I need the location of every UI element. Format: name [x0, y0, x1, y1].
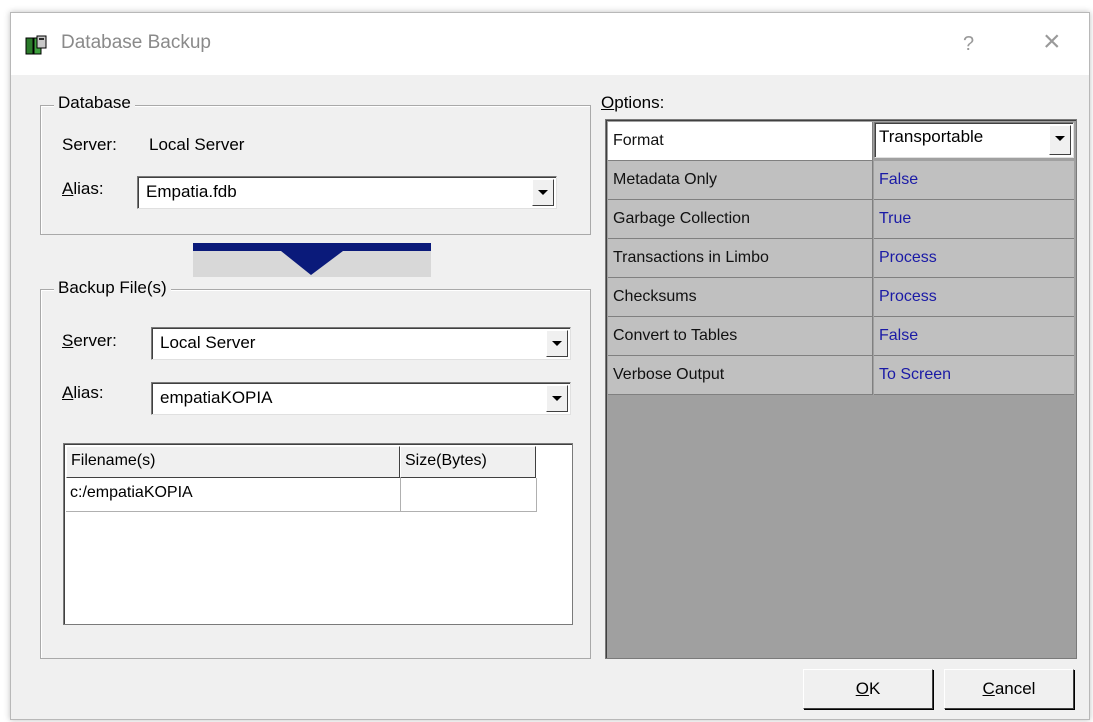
database-alias-label: Alias: [62, 179, 104, 198]
database-group [40, 105, 591, 235]
option-row-checksums[interactable]: Checksums Process [606, 278, 1076, 317]
chevron-down-icon[interactable] [546, 385, 568, 412]
table-cell-filename[interactable]: c:/empatiaKOPIA [66, 478, 401, 512]
backup-files-legend: Backup File(s) [54, 278, 171, 298]
option-value-cell[interactable]: True [874, 200, 1074, 239]
chevron-down-icon[interactable] [532, 179, 554, 206]
option-name-cell[interactable]: Convert to Tables [608, 317, 873, 356]
chevron-down-icon[interactable] [1049, 125, 1071, 155]
cancel-button[interactable]: Cancel [944, 669, 1074, 709]
ok-button[interactable]: OK [803, 669, 933, 709]
backup-files-table[interactable]: Filename(s) Size(Bytes) c:/empatiaKOPIA [63, 443, 573, 625]
database-legend: Database [54, 93, 135, 113]
option-name-cell[interactable]: Metadata Only [608, 161, 873, 200]
title-bar: Database Backup ? × [11, 13, 1089, 75]
format-value: Transportable [879, 127, 984, 146]
options-label: Options: [601, 93, 665, 112]
backup-app-icon [25, 35, 47, 55]
help-button[interactable]: ? [963, 33, 974, 56]
database-alias-combo[interactable]: Empatia.fdb [137, 176, 557, 209]
option-row-transactions-in-limbo[interactable]: Transactions in Limbo Process [606, 239, 1076, 278]
option-row-format[interactable]: Format Transportable [606, 122, 1076, 161]
column-header-size[interactable]: Size(Bytes) [400, 446, 536, 478]
window-title: Database Backup [61, 32, 211, 53]
option-row-garbage-collection[interactable]: Garbage Collection True [606, 200, 1076, 239]
chevron-down-icon[interactable] [546, 330, 568, 357]
option-row-convert-to-tables[interactable]: Convert to Tables False [606, 317, 1076, 356]
format-combo[interactable]: Transportable [874, 122, 1074, 158]
table-cell-size[interactable] [401, 478, 537, 512]
backup-server-label: Server: [62, 331, 117, 350]
backup-alias-combo[interactable]: empatiaKOPIA [151, 382, 571, 415]
database-server-label: Server: [62, 135, 117, 154]
option-name-cell[interactable]: Transactions in Limbo [608, 239, 873, 278]
option-row-verbose-output[interactable]: Verbose Output To Screen [606, 356, 1076, 395]
option-name-cell[interactable]: Format [608, 122, 873, 161]
backup-server-combo[interactable]: Local Server [151, 327, 571, 360]
option-row-metadata-only[interactable]: Metadata Only False [606, 161, 1076, 200]
option-value-cell[interactable]: Process [874, 278, 1074, 317]
option-value-cell[interactable]: False [874, 161, 1074, 200]
database-backup-dialog: Database Backup ? × Database Server: Loc… [10, 12, 1090, 720]
close-button[interactable]: × [1043, 27, 1061, 57]
option-value-cell[interactable]: To Screen [874, 356, 1074, 395]
database-server-value: Local Server [149, 135, 245, 154]
options-grid[interactable]: Format Transportable Metadata Only False… [605, 119, 1077, 659]
backup-alias-value: empatiaKOPIA [160, 388, 273, 407]
backup-alias-label: Alias: [62, 383, 104, 402]
option-name-cell[interactable]: Checksums [608, 278, 873, 317]
option-value-cell[interactable]: False [874, 317, 1074, 356]
down-arrow-icon [193, 243, 431, 277]
option-name-cell[interactable]: Garbage Collection [608, 200, 873, 239]
database-alias-value: Empatia.fdb [146, 182, 237, 201]
option-value-cell[interactable]: Process [874, 239, 1074, 278]
option-name-cell[interactable]: Verbose Output [608, 356, 873, 395]
backup-server-value: Local Server [160, 333, 256, 352]
column-header-filename[interactable]: Filename(s) [66, 446, 400, 478]
